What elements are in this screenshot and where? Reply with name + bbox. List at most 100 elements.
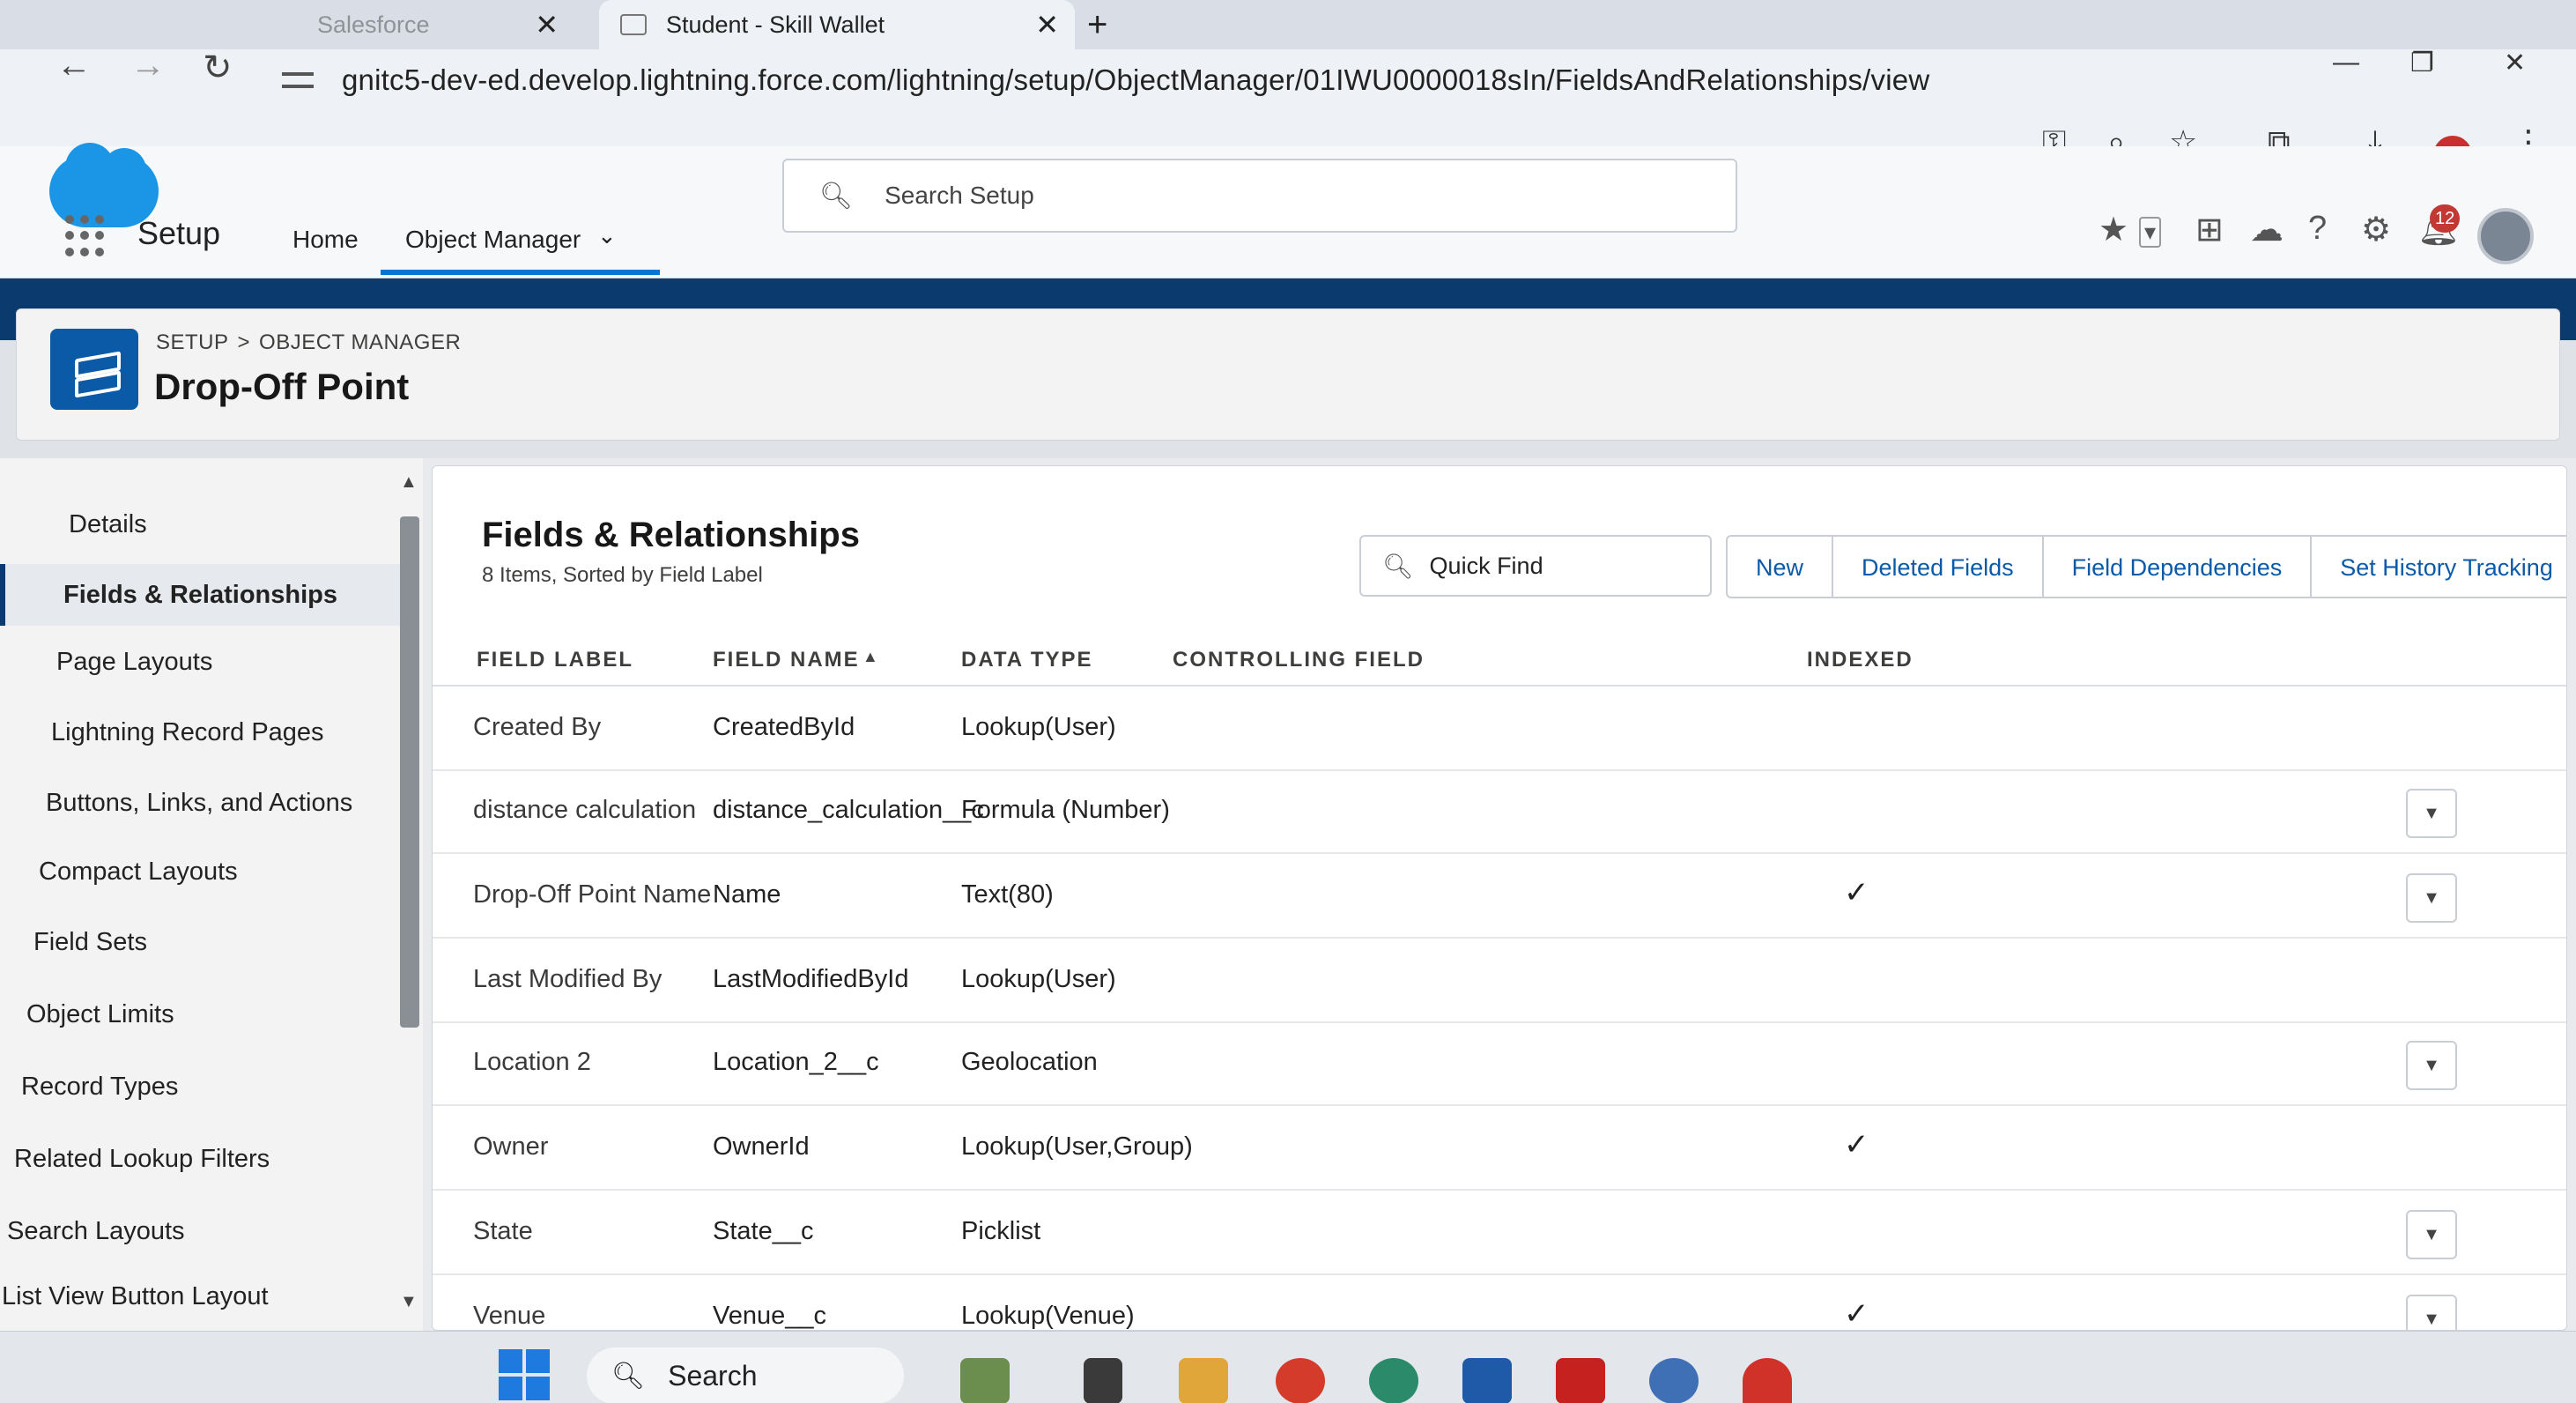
taskbar-widgets-icon[interactable]	[960, 1358, 1010, 1403]
taskbar-app-icon[interactable]	[1743, 1358, 1792, 1403]
field-api-name: LastModifiedById	[713, 965, 909, 993]
search-icon: 🔍︎	[1382, 552, 1414, 580]
row-actions-dropdown-icon[interactable]: ▼	[2406, 1295, 2457, 1330]
nav-tab-home[interactable]: Home	[292, 226, 359, 254]
favorites-list-icon[interactable]: ▾	[2139, 217, 2162, 248]
restore-icon[interactable]: ❐	[2410, 48, 2434, 78]
browser-tab-salesforce[interactable]: Salesforce ✕	[0, 0, 564, 49]
sidebar-item-list-view-button-layout[interactable]: List View Button Layout	[0, 1266, 414, 1327]
field-data-type: Lookup(User)	[961, 965, 1116, 993]
panel-title: Fields & Relationships	[482, 516, 860, 554]
help-icon[interactable]: ?	[2308, 210, 2327, 248]
row-actions-dropdown-icon[interactable]: ▼	[2406, 1041, 2457, 1090]
table-row: Created By CreatedById Lookup(User)	[433, 687, 2566, 771]
address-bar[interactable]: gnitc5-dev-ed.develop.lightning.force.co…	[282, 49, 2255, 111]
reload-icon[interactable]: ↻	[203, 48, 233, 88]
user-avatar[interactable]	[2477, 208, 2534, 264]
quick-find-input[interactable]	[1429, 552, 1712, 580]
scroll-up-icon[interactable]: ▲	[400, 472, 418, 493]
tab-title: Student - Skill Wallet	[666, 11, 885, 38]
taskbar-file-explorer-icon[interactable]	[1179, 1358, 1228, 1403]
set-history-tracking-button[interactable]: Set History Tracking	[2310, 535, 2566, 598]
field-api-name: CreatedById	[713, 713, 855, 741]
field-data-type: Geolocation	[961, 1048, 1098, 1076]
sidebar-item-compact-layouts[interactable]: Compact Layouts	[0, 841, 414, 902]
search-icon: 🔍︎	[611, 1361, 646, 1391]
row-actions-dropdown-icon[interactable]: ▼	[2406, 873, 2457, 923]
object-sidebar: Details Fields & Relationships Page Layo…	[0, 458, 423, 1331]
nav-tab-object-manager[interactable]: Object Manager	[381, 226, 661, 275]
new-field-button[interactable]: New	[1726, 535, 1834, 598]
global-actions-icon[interactable]: ⊞	[2195, 210, 2224, 249]
field-api-name: distance_calculation__c	[713, 796, 984, 824]
table-row: Last Modified By LastModifiedById Lookup(U…	[433, 939, 2566, 1023]
field-label-link[interactable]: Last Modified By	[473, 965, 662, 994]
taskbar-app-icon[interactable]	[1276, 1358, 1325, 1403]
setup-body: Details Fields & Relationships Page Layo…	[0, 458, 2576, 1331]
app-launcher-icon[interactable]	[65, 215, 107, 257]
column-header-field-name[interactable]: FIELD NAME	[713, 648, 860, 672]
sidebar-item-related-lookup-filters[interactable]: Related Lookup Filters	[0, 1128, 414, 1190]
sort-ascending-icon[interactable]: ▲	[862, 648, 878, 666]
window-close-icon[interactable]: ✕	[2504, 48, 2526, 78]
sidebar-item-page-layouts[interactable]: Page Layouts	[0, 631, 414, 693]
column-header-controlling-field[interactable]: CONTROLLING FIELD	[1173, 648, 1425, 672]
field-label-link[interactable]: Owner	[473, 1132, 548, 1162]
back-arrow-icon[interactable]: ←	[56, 46, 92, 85]
windows-start-icon[interactable]	[499, 1349, 550, 1400]
favorites-star-icon[interactable]: ★	[2099, 210, 2128, 249]
breadcrumb-setup-link[interactable]: SETUP	[156, 330, 229, 354]
search-setup-input[interactable]	[885, 182, 1678, 210]
search-icon: 🔍︎	[819, 181, 854, 211]
sidebar-item-lightning-record-pages[interactable]: Lightning Record Pages	[0, 702, 414, 763]
column-header-indexed[interactable]: INDEXED	[1807, 648, 1913, 672]
minimize-icon[interactable]: —	[2333, 48, 2359, 78]
chevron-down-icon[interactable]: ⌄	[597, 222, 617, 249]
sidebar-item-details[interactable]: Details	[0, 494, 414, 555]
close-tab-icon[interactable]: ✕	[535, 8, 559, 41]
table-row: State State__c Picklist ▼	[433, 1191, 2566, 1275]
taskbar-gmail-icon[interactable]	[1556, 1358, 1605, 1403]
sidebar-item-buttons-links-actions[interactable]: Buttons, Links, and Actions	[0, 772, 414, 834]
forward-arrow-icon[interactable]: →	[130, 46, 166, 85]
sidebar-item-search-layouts[interactable]: Search Layouts	[0, 1200, 414, 1262]
site-info-icon[interactable]	[282, 67, 317, 93]
taskbar-app-icon[interactable]	[1649, 1358, 1699, 1403]
deleted-fields-button[interactable]: Deleted Fields	[1832, 535, 2044, 598]
sidebar-scrollbar[interactable]: ▲ ▼	[400, 472, 419, 1318]
scroll-down-icon[interactable]: ▼	[400, 1292, 418, 1312]
taskbar-edge-icon[interactable]	[1369, 1358, 1418, 1403]
field-label-link[interactable]: Drop-Off Point Name	[473, 880, 711, 909]
quick-find-box[interactable]: 🔍︎	[1359, 535, 1712, 597]
close-tab-icon[interactable]: ✕	[1035, 8, 1059, 41]
settings-gear-icon[interactable]: ⚙	[2361, 210, 2391, 249]
trailhead-icon[interactable]: ☁	[2250, 210, 2284, 249]
sidebar-item-field-sets[interactable]: Field Sets	[0, 911, 414, 973]
fields-relationships-panel: Fields & Relationships 8 Items, Sorted b…	[432, 465, 2567, 1331]
scrollbar-thumb[interactable]	[400, 516, 419, 1028]
field-label-link[interactable]: Venue	[473, 1302, 545, 1330]
sidebar-item-object-limits[interactable]: Object Limits	[0, 984, 414, 1045]
row-actions-dropdown-icon[interactable]: ▼	[2406, 1210, 2457, 1259]
field-label-link[interactable]: State	[473, 1217, 533, 1246]
breadcrumb-object-manager-link[interactable]: OBJECT MANAGER	[259, 330, 461, 354]
new-tab-button[interactable]: +	[1087, 0, 1107, 49]
field-dependencies-button[interactable]: Field Dependencies	[2041, 535, 2313, 598]
object-layers-icon	[50, 329, 138, 410]
browser-tab-skill-wallet[interactable]: Student - Skill Wallet ✕	[599, 0, 1075, 49]
sidebar-item-fields-relationships[interactable]: Fields & Relationships	[0, 564, 414, 626]
global-search-box[interactable]: 🔍︎	[782, 159, 1737, 233]
sidebar-item-record-types[interactable]: Record Types	[0, 1056, 414, 1117]
field-api-name: Name	[713, 880, 781, 909]
field-label-link[interactable]: distance calculation	[473, 796, 696, 825]
taskbar-task-view-icon[interactable]	[1084, 1358, 1122, 1403]
taskbar-search-label: Search	[668, 1359, 758, 1392]
field-api-name: Location_2__c	[713, 1048, 879, 1076]
row-actions-dropdown-icon[interactable]: ▼	[2406, 789, 2457, 838]
taskbar-search[interactable]: 🔍︎ Search	[587, 1347, 904, 1403]
column-header-field-label[interactable]: FIELD LABEL	[477, 648, 633, 672]
taskbar-store-icon[interactable]	[1462, 1358, 1512, 1403]
field-label-link[interactable]: Location 2	[473, 1048, 591, 1077]
column-header-data-type[interactable]: DATA TYPE	[961, 648, 1093, 672]
field-label-link[interactable]: Created By	[473, 713, 601, 742]
